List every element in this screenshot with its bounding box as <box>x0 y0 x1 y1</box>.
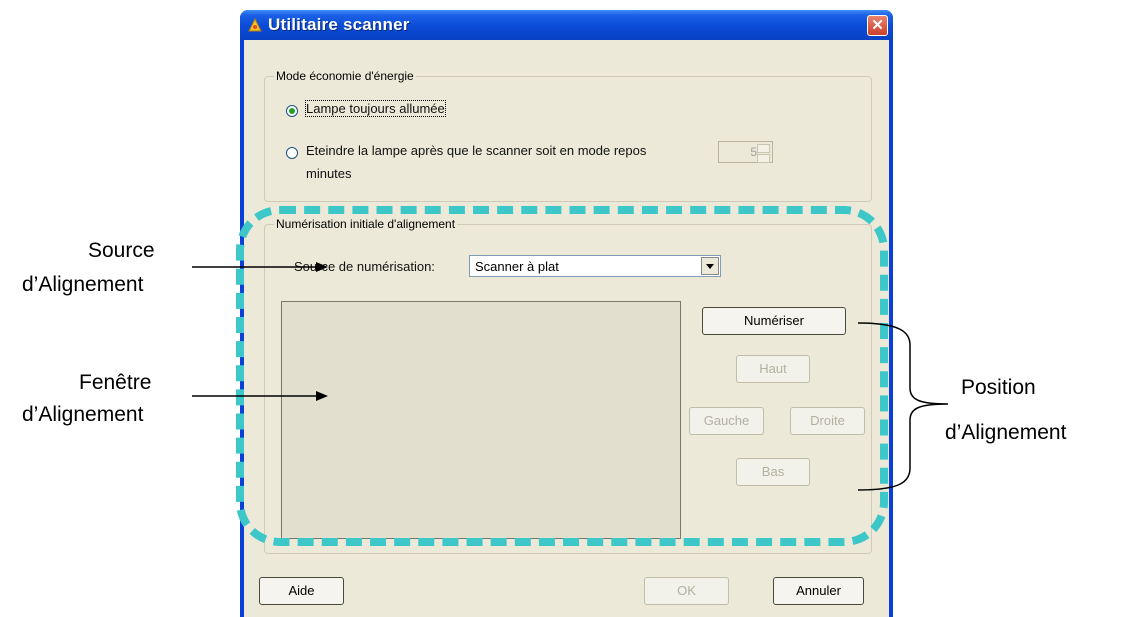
window-arrow-head-icon <box>316 391 328 401</box>
position-brace <box>857 322 949 491</box>
source-arrow-head-icon <box>316 262 328 272</box>
annotation-arrows <box>192 262 949 491</box>
